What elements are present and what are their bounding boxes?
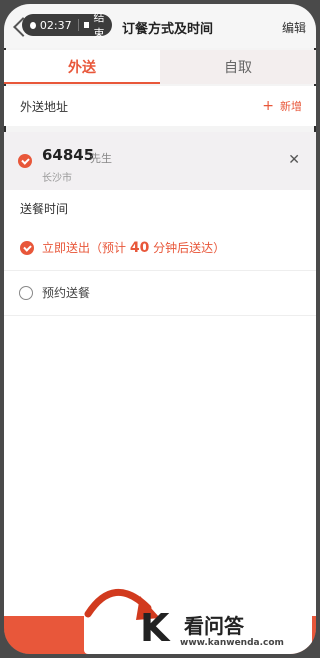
edit-button[interactable]: 编辑 [282, 19, 306, 36]
watermark-brand: 看问答 [184, 614, 244, 638]
address-item[interactable]: 64845 先生 长沙市 ✕ [4, 132, 316, 190]
deliver-now-suffix: 分钟后送达） [149, 241, 226, 255]
close-icon[interactable]: ✕ [288, 152, 300, 168]
deliver-now-prefix: 立即送出（预计 [42, 241, 130, 255]
address-section-header: 外送地址 + 新增 [4, 86, 316, 126]
watermark-logo-icon: K [140, 606, 170, 650]
option-deliver-now[interactable]: 立即送出（预计 40 分钟后送达） [4, 226, 316, 271]
delivery-time-header: 送餐时间 [4, 190, 316, 226]
screen-recording-pill[interactable]: 02:37 结束 [22, 11, 112, 40]
recording-time: 02:37 [39, 18, 72, 32]
stop-recording-label[interactable]: 结束 [93, 9, 112, 41]
divider [77, 19, 79, 31]
content-blank [4, 316, 316, 616]
add-address-button[interactable]: + 新增 [262, 98, 302, 114]
address-city: 长沙市 [42, 173, 72, 184]
address-recipient-title: 先生 [90, 152, 112, 165]
order-type-tabs: 外送 自取 [4, 50, 316, 84]
checkmark-icon[interactable] [18, 154, 32, 168]
radio-empty-icon[interactable] [19, 286, 33, 300]
schedule-label: 预约送餐 [42, 286, 91, 300]
plus-icon: + [262, 98, 274, 114]
checkmark-icon[interactable] [20, 241, 34, 255]
recording-dot-icon [30, 21, 36, 29]
add-address-label: 新增 [280, 100, 302, 113]
tab-pickup[interactable]: 自取 [160, 50, 316, 84]
phone-screen: 02:37 结束 订餐方式及时间 编辑 外送 自取 外送地址 + 新增 6484… [4, 4, 316, 654]
address-section-title: 外送地址 [20, 99, 69, 114]
title-bar: 02:37 结束 订餐方式及时间 编辑 [4, 4, 316, 48]
deliver-now-minutes: 40 [129, 240, 150, 256]
page-title: 订餐方式及时间 [122, 22, 214, 37]
watermark: K 看问答 www.kanwenda.com [84, 589, 312, 654]
stop-icon [84, 22, 90, 28]
deliver-now-label: 立即送出（预计 40 分钟后送达） [42, 239, 225, 256]
delivery-time-title: 送餐时间 [20, 201, 69, 216]
watermark-url: www.kanwenda.com [180, 638, 284, 648]
option-schedule[interactable]: 预约送餐 [4, 271, 316, 316]
address-number: 64845 [42, 146, 95, 164]
tab-delivery[interactable]: 外送 [4, 50, 160, 84]
